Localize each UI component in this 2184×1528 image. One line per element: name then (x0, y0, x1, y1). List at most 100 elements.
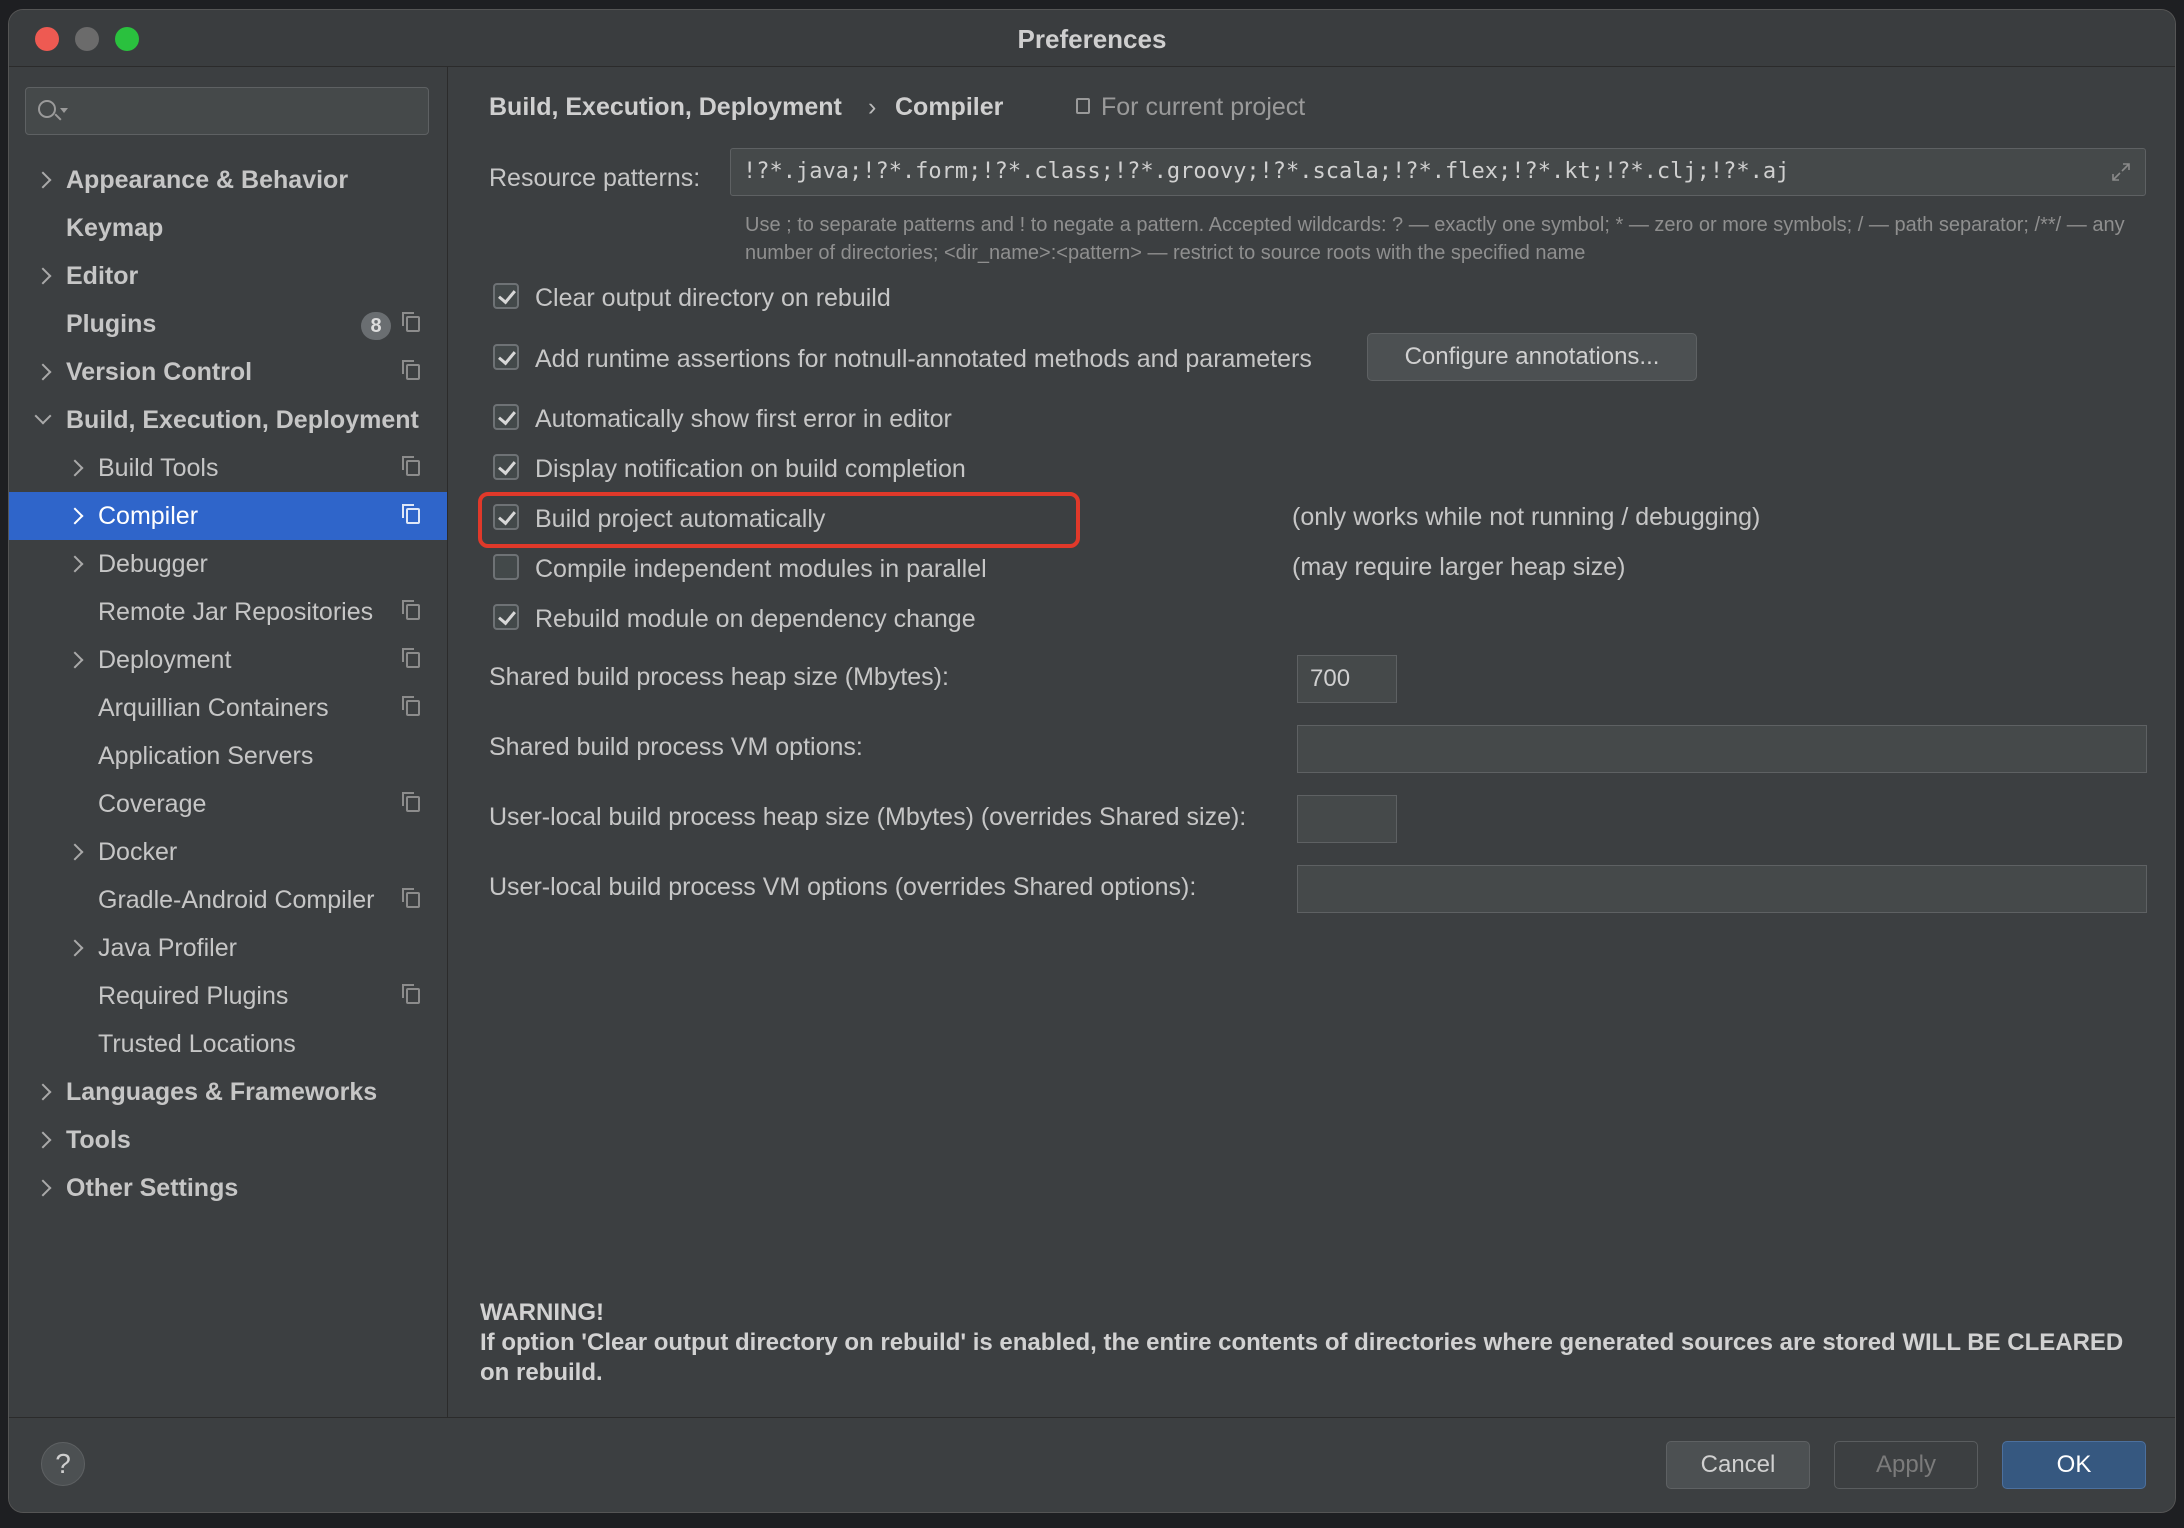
clear-output-checkbox[interactable] (493, 283, 519, 309)
sidebar-item-tools[interactable]: Tools (9, 1116, 447, 1164)
build-automatically-note: (only works while not running / debuggin… (1292, 503, 1761, 531)
sidebar-item-label: Languages & Frameworks (66, 1078, 378, 1106)
expand-icon[interactable] (2111, 162, 2131, 182)
sidebar-item-arquillian-containers[interactable]: Arquillian Containers (9, 684, 447, 732)
project-scope-icon (402, 456, 420, 476)
runtime-assertions-label[interactable]: Add runtime assertions for notnull-annot… (535, 345, 1312, 374)
scope-label: For current project (1101, 93, 1306, 121)
breadcrumb-current: Compiler (895, 93, 1004, 121)
sidebar-item-label: Build Tools (98, 454, 219, 482)
preferences-window: Preferences Appearance & Behavior Keymap… (9, 10, 2175, 1512)
sidebar-item-application-servers[interactable]: Application Servers (9, 732, 447, 780)
chevron-right-icon (34, 1131, 52, 1149)
user-vm-options-label: User-local build process VM options (ove… (489, 873, 1197, 901)
sidebar-item-label: Required Plugins (98, 982, 289, 1010)
project-scope-icon (402, 504, 420, 524)
chevron-right-icon (34, 1083, 52, 1101)
parallel-compile-label[interactable]: Compile independent modules in parallel (535, 555, 987, 584)
parallel-compile-checkbox[interactable] (493, 554, 519, 580)
sidebar-item-version-control[interactable]: Version Control (9, 348, 447, 396)
chevron-right-icon (66, 555, 84, 573)
sidebar-item-build-tools[interactable]: Build Tools (9, 444, 447, 492)
sidebar-item-label: Appearance & Behavior (66, 166, 349, 194)
chevron-right-icon (34, 1179, 52, 1197)
clear-output-label[interactable]: Clear output directory on rebuild (535, 284, 891, 313)
sidebar-item-remote-jar-repositories[interactable]: Remote Jar Repositories (9, 588, 447, 636)
breadcrumb-parent[interactable]: Build, Execution, Deployment (489, 93, 842, 122)
project-scope-icon (402, 888, 420, 908)
sidebar-item-label: Coverage (98, 790, 207, 818)
title-bar: Preferences (9, 10, 2175, 67)
warning-text: If option 'Clear output directory on reb… (480, 1329, 2124, 1386)
help-button[interactable]: ? (41, 1442, 85, 1486)
build-notification-label[interactable]: Display notification on build completion (535, 455, 966, 484)
sidebar-item-appearance-behavior[interactable]: Appearance & Behavior (9, 156, 447, 204)
sidebar-item-label: Trusted Locations (98, 1030, 296, 1058)
parallel-compile-note: (may require larger heap size) (1292, 553, 1626, 581)
sidebar-item-plugins[interactable]: Plugins 8 (9, 300, 447, 348)
ok-button[interactable]: OK (2002, 1441, 2146, 1489)
vm-options-label: Shared build process VM options: (489, 733, 863, 761)
settings-sidebar: Appearance & Behavior Keymap Editor Plug… (9, 67, 448, 1418)
project-scope-icon (402, 984, 420, 1004)
chevron-right-icon (66, 939, 84, 957)
resource-patterns-hint: Use ; to separate patterns and ! to nega… (745, 214, 2125, 264)
sidebar-item-docker[interactable]: Docker (9, 828, 447, 876)
chevron-right-icon (66, 507, 84, 525)
sidebar-item-editor[interactable]: Editor (9, 252, 447, 300)
project-scope-icon (1076, 98, 1090, 114)
chevron-right-icon (66, 651, 84, 669)
vm-options-input[interactable] (1297, 725, 2147, 773)
sidebar-item-other-settings[interactable]: Other Settings (9, 1164, 447, 1212)
cancel-button[interactable]: Cancel (1666, 1441, 1810, 1489)
project-scope-icon (402, 360, 420, 380)
chevron-right-icon (66, 843, 84, 861)
heap-size-input[interactable]: 700 (1297, 655, 1397, 703)
project-scope-icon (402, 312, 420, 332)
rebuild-on-dependency-checkbox[interactable] (493, 604, 519, 630)
chevron-right-icon (66, 459, 84, 477)
search-history-icon[interactable] (60, 108, 68, 113)
project-scope-icon (402, 792, 420, 812)
sidebar-item-label: Remote Jar Repositories (98, 598, 374, 626)
apply-button[interactable]: Apply (1834, 1441, 1978, 1489)
sidebar-item-trusted-locations[interactable]: Trusted Locations (9, 1020, 447, 1068)
settings-search-input[interactable] (25, 87, 429, 135)
resource-patterns-label: Resource patterns: (489, 164, 701, 192)
sidebar-item-languages-frameworks[interactable]: Languages & Frameworks (9, 1068, 447, 1116)
chevron-right-icon (34, 363, 52, 381)
configure-annotations-button[interactable]: Configure annotations... (1367, 333, 1697, 381)
sidebar-item-label: Other Settings (66, 1174, 239, 1202)
sidebar-item-label: Arquillian Containers (98, 694, 329, 722)
heap-size-label: Shared build process heap size (Mbytes): (489, 663, 949, 691)
sidebar-item-deployment[interactable]: Deployment (9, 636, 447, 684)
sidebar-item-coverage[interactable]: Coverage (9, 780, 447, 828)
sidebar-item-compiler[interactable]: Compiler (9, 492, 447, 540)
chevron-right-icon (34, 267, 52, 285)
resource-patterns-input[interactable]: !?*.java;!?*.form;!?*.class;!?*.groovy;!… (730, 148, 2146, 196)
rebuild-on-dependency-label[interactable]: Rebuild module on dependency change (535, 605, 976, 634)
sidebar-item-debugger[interactable]: Debugger (9, 540, 447, 588)
warning-block: WARNING! If option 'Clear output directo… (480, 1298, 2130, 1388)
breadcrumb-separator: › (868, 93, 877, 121)
sidebar-item-label: Tools (66, 1126, 131, 1154)
user-heap-size-label: User-local build process heap size (Mbyt… (489, 803, 1247, 831)
sidebar-item-required-plugins[interactable]: Required Plugins (9, 972, 447, 1020)
warning-title: WARNING! (480, 1299, 604, 1326)
window-title: Preferences (1017, 24, 1167, 54)
show-first-error-label[interactable]: Automatically show first error in editor (535, 405, 952, 434)
sidebar-item-keymap[interactable]: Keymap (9, 204, 447, 252)
dialog-footer: ? Cancel Apply OK (9, 1417, 2175, 1512)
chevron-down-icon (34, 407, 52, 425)
show-first-error-checkbox[interactable] (493, 404, 519, 430)
sidebar-item-java-profiler[interactable]: Java Profiler (9, 924, 447, 972)
sidebar-item-build-execution-deployment[interactable]: Build, Execution, Deployment (9, 396, 447, 444)
user-vm-options-input[interactable] (1297, 865, 2147, 913)
sidebar-item-label: Debugger (98, 550, 208, 578)
sidebar-item-gradle-android-compiler[interactable]: Gradle-Android Compiler (9, 876, 447, 924)
user-heap-size-input[interactable] (1297, 795, 1397, 843)
runtime-assertions-checkbox[interactable] (493, 344, 519, 370)
chevron-right-icon (34, 171, 52, 189)
build-notification-checkbox[interactable] (493, 454, 519, 480)
project-scope-icon (402, 600, 420, 620)
